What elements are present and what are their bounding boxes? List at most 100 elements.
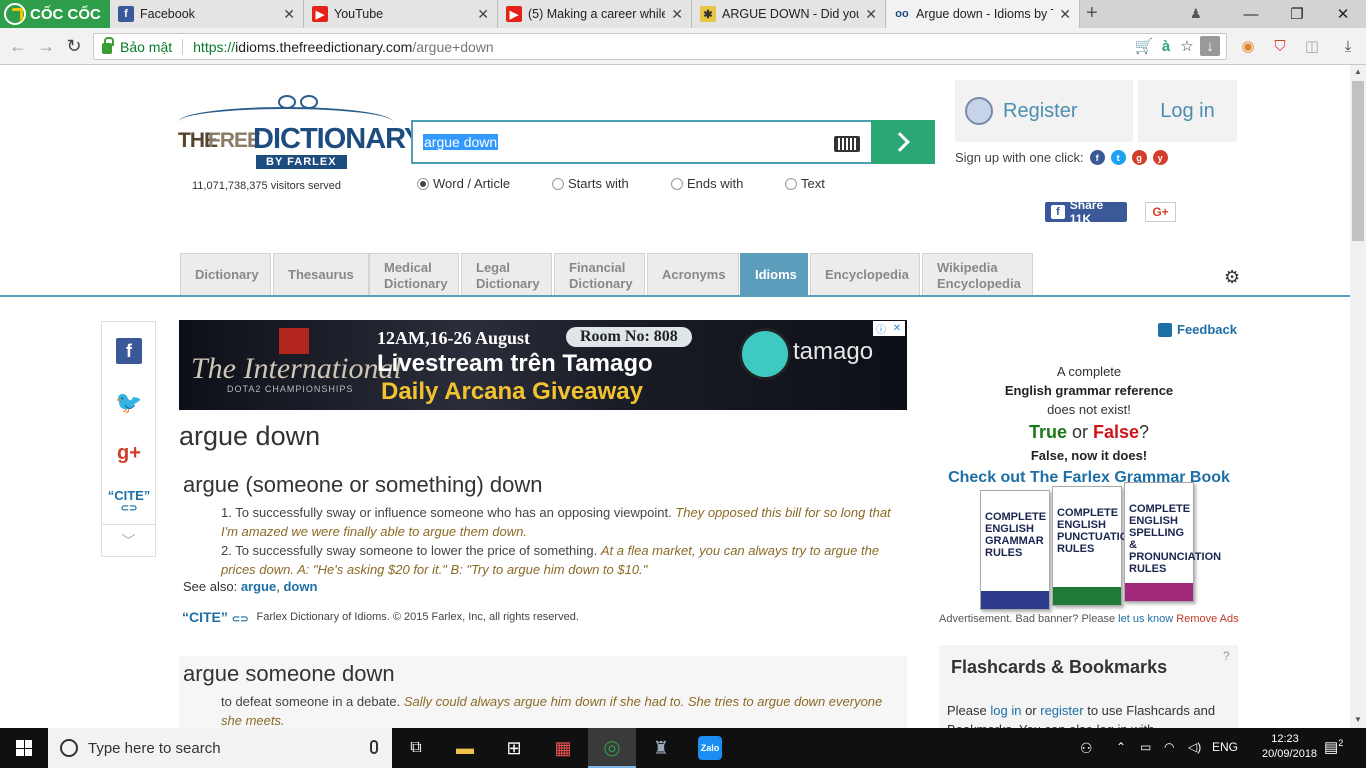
downloads-icon[interactable]: ⤓: [1338, 36, 1358, 56]
feedback-link[interactable]: Feedback: [1158, 322, 1237, 337]
restore-icon[interactable]: ❐: [1274, 0, 1320, 28]
search-button[interactable]: [871, 120, 935, 164]
close-ad-icon[interactable]: ✕: [889, 321, 905, 336]
banner-brand: The International: [191, 352, 402, 385]
browser-tab[interactable]: ▶ (5) Making a career while t ✕: [498, 0, 692, 28]
gear-icon[interactable]: ⚙: [1224, 267, 1240, 288]
radio-text[interactable]: Text: [785, 176, 825, 191]
close-tab-icon[interactable]: ✕: [671, 6, 683, 23]
shopping-cart-icon[interactable]: 🛒: [1134, 36, 1154, 56]
flashcards-login-link[interactable]: log in: [990, 703, 1021, 718]
facebook-icon[interactable]: f: [116, 338, 142, 364]
start-button[interactable]: [0, 728, 48, 768]
twitter-icon[interactable]: t: [1110, 150, 1126, 165]
url-bar[interactable]: Bảo mật https://idioms.thefreedictionary…: [93, 33, 1227, 60]
cite-button[interactable]: “CITE” ⊂⊃: [106, 488, 152, 514]
close-tab-icon[interactable]: ✕: [1059, 6, 1071, 23]
keyboard-icon[interactable]: [834, 136, 860, 152]
minimize-icon[interactable]: —: [1228, 0, 1274, 28]
reload-icon[interactable]: ↻: [62, 34, 86, 58]
browser-tab[interactable]: ▶ YouTube ✕: [304, 0, 498, 28]
microphone-icon[interactable]: [370, 740, 378, 754]
radio-icon: [417, 177, 429, 190]
register-button[interactable]: Register: [955, 80, 1133, 142]
adblock-shield-icon[interactable]: ⛉: [1270, 36, 1290, 56]
user-profile-icon[interactable]: ♟: [1190, 6, 1202, 22]
see-also: See also: argue, down: [183, 579, 318, 594]
tab-idioms[interactable]: Idioms: [740, 253, 808, 295]
tab-dictionary[interactable]: Dictionary: [180, 253, 271, 295]
battery-icon[interactable]: ▭: [1140, 740, 1151, 754]
tab-wikipedia-encyclopedia[interactable]: Wikipedia Encyclopedia: [922, 253, 1033, 295]
chevron-down-icon[interactable]: ﹀: [102, 524, 155, 557]
browser-tab-active[interactable]: oo Argue down - Idioms by Th ✕: [886, 0, 1080, 28]
store-icon[interactable]: ⊞: [490, 728, 538, 768]
help-icon[interactable]: ?: [1223, 649, 1230, 663]
bookmark-star-icon[interactable]: ☆: [1177, 36, 1197, 56]
task-view-icon[interactable]: ⧉: [392, 728, 440, 768]
clock[interactable]: 12:23 20/09/2018: [1262, 732, 1317, 762]
photos-app-icon[interactable]: ▦: [539, 728, 587, 768]
extension-gray-icon[interactable]: ◫: [1302, 36, 1322, 56]
coccoc-app-icon[interactable]: ◎: [588, 728, 636, 768]
radio-starts-with[interactable]: Starts with: [552, 176, 629, 191]
scroll-up-icon[interactable]: ▲: [1354, 67, 1362, 76]
facebook-share-button[interactable]: f Share 11K: [1045, 198, 1127, 226]
grammar-books-image[interactable]: COMPLETE ENGLISH GRAMMAR RULES COMPLETE …: [980, 482, 1221, 610]
vietnamese-input-icon[interactable]: à: [1156, 36, 1176, 56]
chevron-up-icon[interactable]: ⌃: [1116, 740, 1126, 754]
tab-legal-dictionary[interactable]: Legal Dictionary: [461, 253, 552, 295]
tab-financial-dictionary[interactable]: Financial Dictionary: [554, 253, 645, 295]
file-explorer-icon[interactable]: ▬: [441, 728, 489, 768]
taskbar-search[interactable]: Type here to search: [48, 728, 392, 768]
tab-encyclopedia[interactable]: Encyclopedia: [810, 253, 920, 295]
site-logo[interactable]: THE FREE DICTIONARY BY FARLEX: [178, 95, 423, 175]
google-plus-share-button[interactable]: G+: [1145, 202, 1176, 222]
close-tab-icon[interactable]: ✕: [865, 6, 877, 23]
flashcards-register-link[interactable]: register: [1040, 703, 1083, 718]
scroll-down-icon[interactable]: ▼: [1354, 715, 1362, 724]
banner-ad[interactable]: The International DOTA2 CHAMPIONSHIPS 12…: [179, 320, 907, 410]
browser-tab[interactable]: ✱ ARGUE DOWN - Did you s ✕: [692, 0, 886, 28]
back-arrow-icon[interactable]: ←: [6, 34, 30, 58]
tab-label: Thesaurus: [288, 266, 354, 282]
see-also-link[interactable]: argue: [241, 579, 276, 594]
coccoc-menu-button[interactable]: CỐC CỐC: [0, 0, 110, 28]
tab-medical-dictionary[interactable]: Medical Dictionary: [369, 253, 459, 295]
forward-arrow-icon[interactable]: →: [34, 34, 58, 58]
cite-button[interactable]: “CITE” ⊂⊃: [182, 609, 249, 625]
yahoo-icon[interactable]: y: [1152, 150, 1168, 165]
remove-ads-link[interactable]: Remove Ads: [1176, 613, 1238, 625]
search-input[interactable]: argue down: [411, 120, 871, 164]
browser-tab[interactable]: f Facebook ✕: [110, 0, 304, 28]
tab-acronyms[interactable]: Acronyms: [647, 253, 739, 295]
adchoices-icon[interactable]: ⓘ: [873, 321, 889, 336]
definition-1: 1. To successfully sway or influence som…: [221, 503, 901, 541]
scrollbar-thumb[interactable]: [1352, 81, 1364, 241]
login-button[interactable]: Log in: [1138, 80, 1237, 142]
close-window-icon[interactable]: ✕: [1320, 0, 1366, 28]
see-also-link[interactable]: down: [283, 579, 317, 594]
people-icon[interactable]: ⚇: [1080, 740, 1093, 757]
radio-ends-with[interactable]: Ends with: [671, 176, 743, 191]
new-tab-icon[interactable]: +: [1086, 2, 1098, 25]
game-app-icon[interactable]: ♜: [637, 728, 685, 768]
notifications-icon[interactable]: ▤2: [1324, 738, 1343, 756]
twitter-icon[interactable]: 🐦: [115, 390, 142, 416]
let-us-know-link[interactable]: let us know: [1118, 613, 1173, 625]
google-plus-icon[interactable]: g+: [116, 440, 142, 466]
facebook-icon[interactable]: f: [1089, 150, 1105, 165]
radio-word-article[interactable]: Word / Article: [417, 176, 510, 191]
language-indicator[interactable]: ENG: [1212, 740, 1238, 754]
extension-circle-icon[interactable]: ◉: [1238, 36, 1258, 56]
wifi-icon[interactable]: ◠: [1164, 740, 1174, 754]
close-tab-icon[interactable]: ✕: [477, 6, 489, 23]
zalo-app-icon[interactable]: Zalo: [686, 728, 734, 768]
google-plus-icon[interactable]: g: [1131, 150, 1147, 165]
download-extension-icon[interactable]: ↓: [1200, 36, 1220, 56]
tab-thesaurus[interactable]: Thesaurus: [273, 253, 369, 295]
page-scrollbar[interactable]: ▲ ▼: [1350, 65, 1366, 728]
radio-label: Text: [801, 176, 825, 191]
volume-icon[interactable]: ◁): [1188, 740, 1201, 754]
close-tab-icon[interactable]: ✕: [283, 6, 295, 23]
